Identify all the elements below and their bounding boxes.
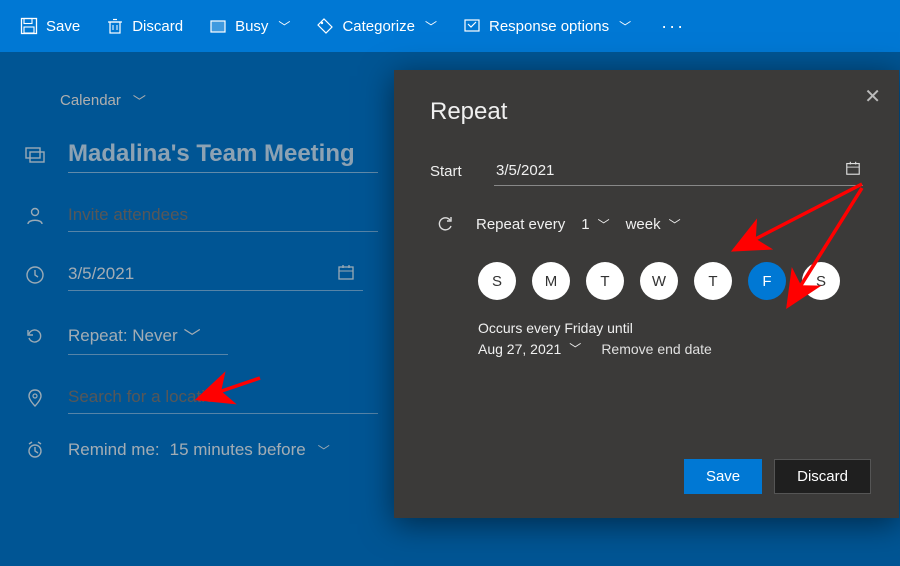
start-date-input[interactable]: 3/5/2021	[494, 156, 863, 186]
day-fri[interactable]: F	[748, 262, 786, 300]
panel-discard-button[interactable]: Discard	[774, 459, 871, 494]
busy-icon	[209, 17, 227, 35]
interval-dropdown[interactable]: 1 ﹀	[581, 216, 609, 233]
save-button-label: Save	[46, 18, 80, 35]
end-date-value: Aug 27, 2021	[478, 341, 561, 357]
save-icon	[20, 17, 38, 35]
repeat-icon	[430, 214, 460, 234]
chevron-down-icon: ﹀	[598, 216, 610, 233]
day-tue[interactable]: T	[586, 262, 624, 300]
day-sun[interactable]: S	[478, 262, 516, 300]
panel-title: Repeat	[430, 98, 863, 126]
day-thu[interactable]: T	[694, 262, 732, 300]
day-mon[interactable]: M	[532, 262, 570, 300]
close-icon[interactable]: ✕	[864, 84, 881, 109]
categorize-dropdown[interactable]: Categorize ﹀	[316, 17, 437, 35]
command-toolbar: Save Discard Busy ﹀ Categorize ﹀ Respons…	[0, 0, 900, 52]
response-label: Response options	[489, 18, 609, 35]
remove-end-date-link[interactable]: Remove end date	[601, 341, 712, 357]
calendar-icon[interactable]	[845, 160, 861, 181]
panel-save-button[interactable]: Save	[684, 459, 762, 494]
interval-value: 1	[581, 216, 589, 233]
save-button[interactable]: Save	[20, 17, 80, 35]
end-date-dropdown[interactable]: Aug 27, 2021 ﹀	[478, 340, 581, 357]
chevron-down-icon: ﹀	[669, 216, 681, 233]
response-options-dropdown[interactable]: Response options ﹀	[463, 17, 631, 35]
repeat-every-label: Repeat every	[476, 216, 565, 233]
start-date-value: 3/5/2021	[496, 162, 554, 179]
start-label: Start	[430, 163, 476, 180]
occurs-summary: Occurs every Friday until	[430, 320, 863, 336]
more-actions-button[interactable]: ···	[657, 16, 685, 37]
chevron-down-icon: ﹀	[425, 18, 437, 35]
chevron-down-icon: ﹀	[619, 18, 631, 35]
chevron-down-icon: ﹀	[569, 340, 581, 357]
trash-icon	[106, 17, 124, 35]
tag-icon	[316, 17, 334, 35]
day-sat[interactable]: S	[802, 262, 840, 300]
chevron-down-icon: ﹀	[278, 18, 290, 35]
discard-button-label: Discard	[132, 18, 183, 35]
weekday-picker: S M T W T F S	[430, 262, 863, 300]
repeat-panel: ✕ Repeat Start 3/5/2021 Repeat every 1 ﹀…	[394, 70, 899, 518]
discard-button[interactable]: Discard	[106, 17, 183, 35]
categorize-label: Categorize	[342, 18, 415, 35]
unit-dropdown[interactable]: week ﹀	[626, 216, 681, 233]
busy-label: Busy	[235, 18, 268, 35]
day-wed[interactable]: W	[640, 262, 678, 300]
busy-dropdown[interactable]: Busy ﹀	[209, 17, 290, 35]
response-icon	[463, 17, 481, 35]
unit-value: week	[626, 216, 661, 233]
